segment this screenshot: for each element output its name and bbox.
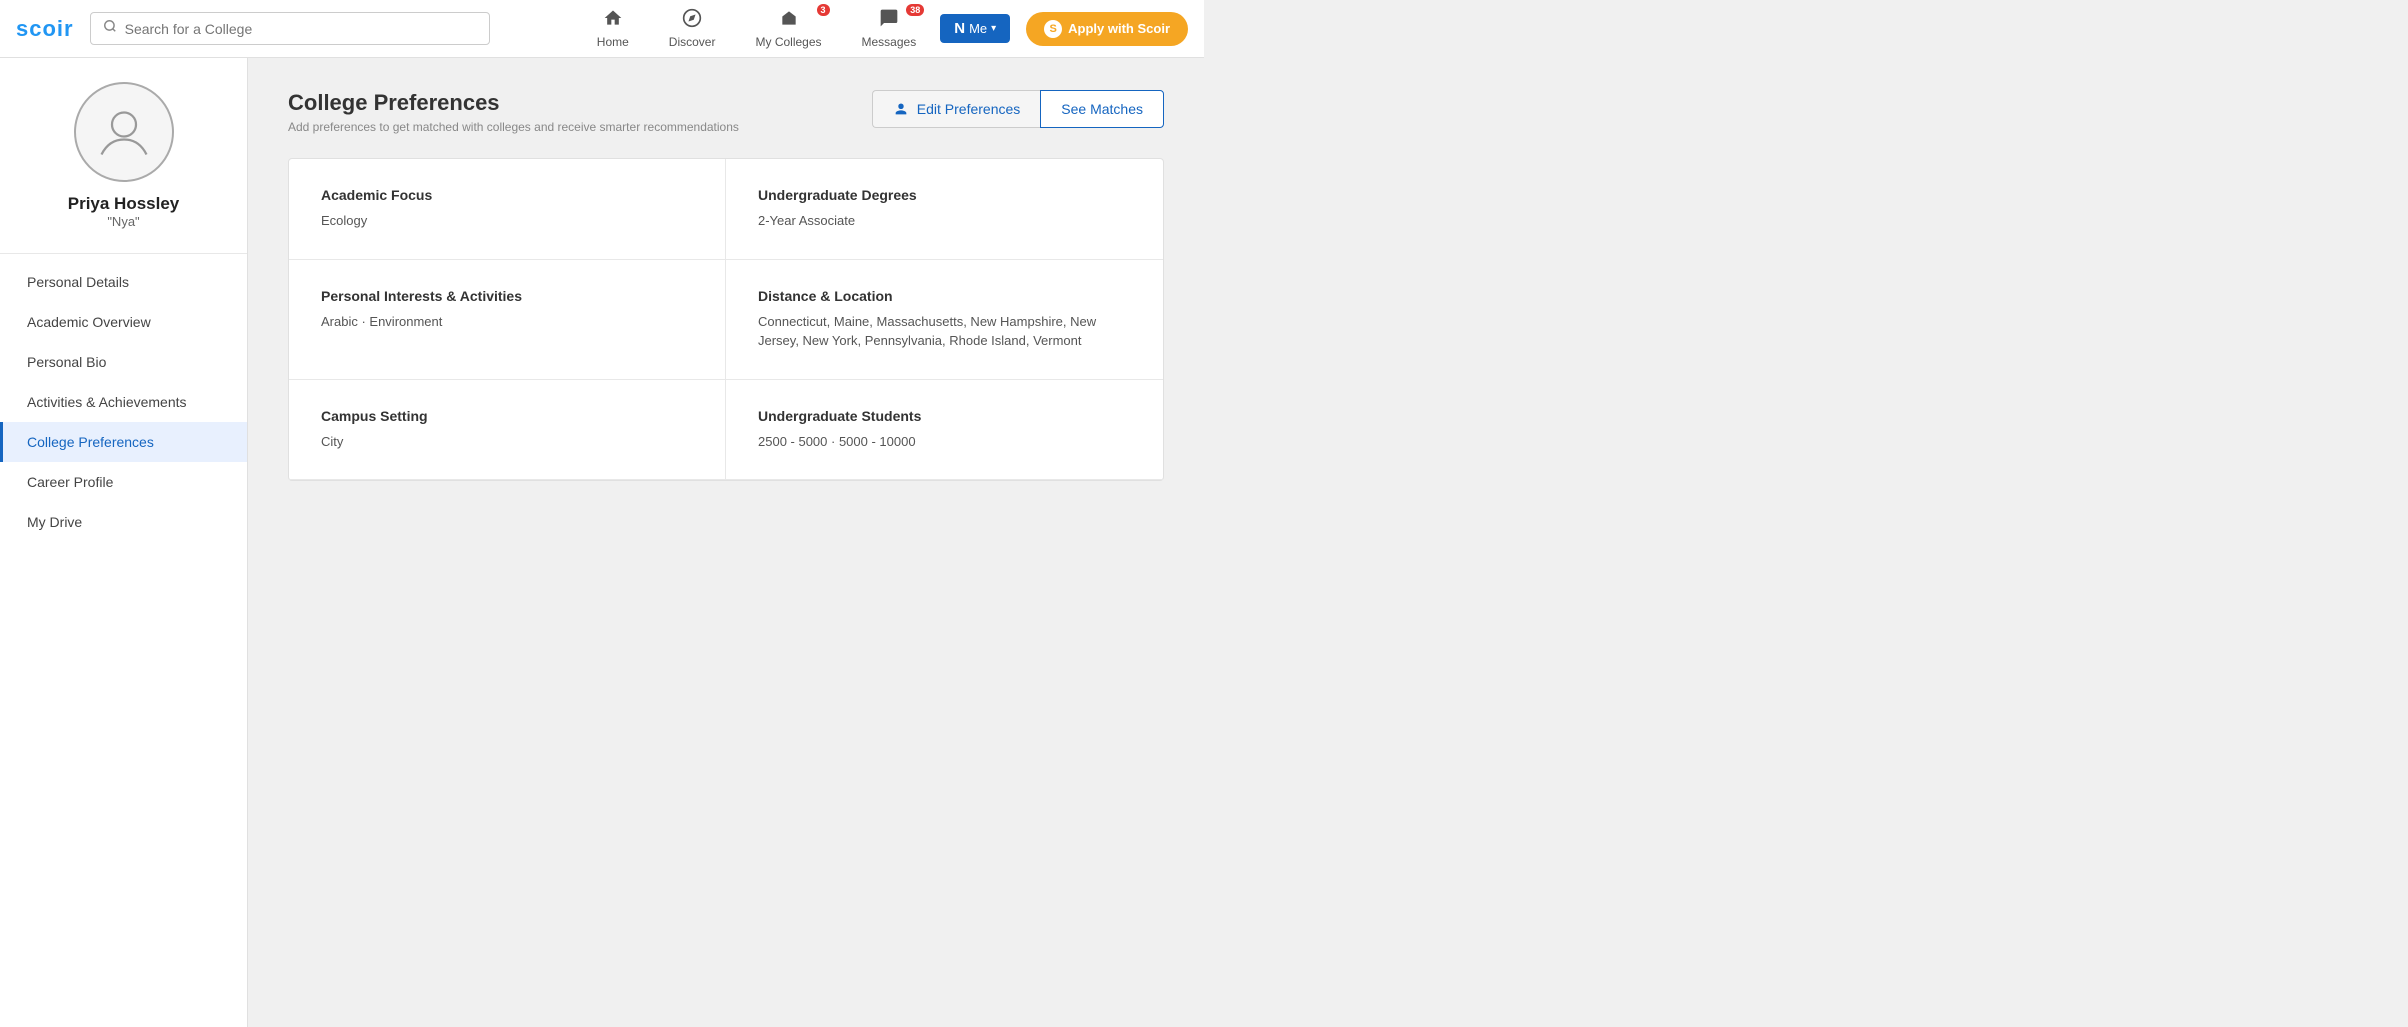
pref-label-undergrad-degrees: Undergraduate Degrees bbox=[758, 187, 1131, 203]
me-initial: N bbox=[954, 20, 965, 37]
logo-text: scoir bbox=[16, 16, 74, 41]
nav-my-colleges[interactable]: 3 My Colleges bbox=[739, 2, 837, 55]
pref-value-campus-setting: City bbox=[321, 432, 693, 452]
pref-label-personal-interests: Personal Interests & Activities bbox=[321, 288, 693, 304]
home-icon bbox=[603, 8, 623, 33]
nav-messages[interactable]: 38 Messages bbox=[846, 2, 933, 55]
logo[interactable]: scoir bbox=[16, 16, 74, 42]
sidebar-item-activities-achievements[interactable]: Activities & Achievements bbox=[0, 382, 247, 422]
sidebar-item-academic-overview[interactable]: Academic Overview bbox=[0, 302, 247, 342]
see-matches-button[interactable]: See Matches bbox=[1040, 90, 1164, 128]
messages-badge: 38 bbox=[906, 4, 924, 16]
see-matches-label: See Matches bbox=[1061, 101, 1143, 117]
nav-my-colleges-label: My Colleges bbox=[755, 35, 821, 49]
page-header-left: College Preferences Add preferences to g… bbox=[288, 90, 739, 134]
edit-icon bbox=[893, 101, 909, 117]
sidebar-item-college-preferences[interactable]: College Preferences bbox=[0, 422, 247, 462]
pref-cell-undergrad-degrees: Undergraduate Degrees 2-Year Associate bbox=[726, 159, 1163, 260]
messages-icon bbox=[879, 8, 899, 33]
page-title: College Preferences bbox=[288, 90, 739, 116]
page-header: College Preferences Add preferences to g… bbox=[288, 90, 1164, 134]
nav-home-label: Home bbox=[597, 35, 629, 49]
pref-label-academic-focus: Academic Focus bbox=[321, 187, 693, 203]
pref-cell-academic-focus: Academic Focus Ecology bbox=[289, 159, 726, 260]
pref-label-undergrad-students: Undergraduate Students bbox=[758, 408, 1131, 424]
pref-value-undergrad-degrees: 2-Year Associate bbox=[758, 211, 1131, 231]
me-label: Me bbox=[969, 21, 987, 36]
apply-label: Apply with Scoir bbox=[1068, 21, 1170, 36]
page-subtitle: Add preferences to get matched with coll… bbox=[288, 120, 739, 134]
nav-discover[interactable]: Discover bbox=[653, 2, 732, 55]
user-nick: "Nya" bbox=[107, 214, 139, 229]
edit-preferences-label: Edit Preferences bbox=[917, 101, 1021, 117]
pref-label-campus-setting: Campus Setting bbox=[321, 408, 693, 424]
avatar bbox=[74, 82, 174, 182]
pref-value-academic-focus: Ecology bbox=[321, 211, 693, 231]
chevron-down-icon: ▾ bbox=[991, 23, 996, 34]
search-icon bbox=[103, 19, 117, 38]
edit-preferences-button[interactable]: Edit Preferences bbox=[872, 90, 1041, 128]
avatar-area: Priya Hossley "Nya" bbox=[0, 82, 247, 254]
pref-value-personal-interests: Arabic · Environment bbox=[321, 312, 693, 332]
pref-value-distance-location: Connecticut, Maine, Massachusetts, New H… bbox=[758, 312, 1131, 351]
apply-button[interactable]: S Apply with Scoir bbox=[1026, 12, 1188, 46]
header-actions: Edit Preferences See Matches bbox=[872, 90, 1164, 128]
user-name: Priya Hossley bbox=[68, 194, 180, 214]
sidebar-item-personal-details[interactable]: Personal Details bbox=[0, 262, 247, 302]
sidebar: Priya Hossley "Nya" Personal DetailsAcad… bbox=[0, 58, 248, 1027]
sidebar-item-career-profile[interactable]: Career Profile bbox=[0, 462, 247, 502]
pref-cell-personal-interests: Personal Interests & Activities Arabic · … bbox=[289, 260, 726, 380]
pref-cell-undergrad-students: Undergraduate Students 2500 - 5000 · 5000… bbox=[726, 380, 1163, 481]
layout: Priya Hossley "Nya" Personal DetailsAcad… bbox=[0, 58, 1204, 1027]
nav-messages-label: Messages bbox=[862, 35, 917, 49]
pref-cell-distance-location: Distance & Location Connecticut, Maine, M… bbox=[726, 260, 1163, 380]
preferences-grid: Academic Focus Ecology Undergraduate Degre… bbox=[288, 158, 1164, 481]
nav-discover-label: Discover bbox=[669, 35, 716, 49]
sidebar-nav: Personal DetailsAcademic OverviewPersona… bbox=[0, 262, 247, 542]
apply-circle-icon: S bbox=[1044, 20, 1062, 38]
header: scoir Home Discover 3 bbox=[0, 0, 1204, 58]
main-nav: Home Discover 3 My Colleges 38 Messages bbox=[581, 2, 1188, 55]
sidebar-item-personal-bio[interactable]: Personal Bio bbox=[0, 342, 247, 382]
pref-cell-campus-setting: Campus Setting City bbox=[289, 380, 726, 481]
pref-value-undergrad-students: 2500 - 5000 · 5000 - 10000 bbox=[758, 432, 1131, 452]
nav-home[interactable]: Home bbox=[581, 2, 645, 55]
my-colleges-icon bbox=[779, 8, 799, 33]
pref-label-distance-location: Distance & Location bbox=[758, 288, 1131, 304]
search-bar[interactable] bbox=[90, 12, 490, 45]
me-button[interactable]: N Me ▾ bbox=[940, 14, 1010, 43]
main-content: College Preferences Add preferences to g… bbox=[248, 58, 1204, 1027]
sidebar-item-my-drive[interactable]: My Drive bbox=[0, 502, 247, 542]
my-colleges-badge: 3 bbox=[817, 4, 830, 16]
search-input[interactable] bbox=[125, 21, 477, 37]
discover-icon bbox=[682, 8, 702, 33]
